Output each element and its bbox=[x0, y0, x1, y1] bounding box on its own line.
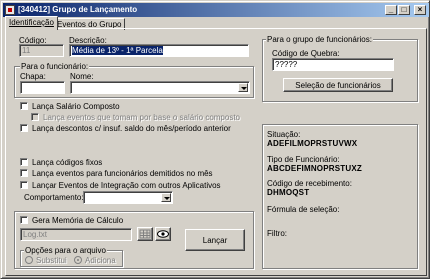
descricao-value: Média de 13º - 1ª Parcela bbox=[72, 46, 163, 55]
comportamento-label: Comportamento: bbox=[24, 193, 84, 202]
filtro-label: Filtro: bbox=[267, 229, 287, 238]
demitidos-label: Lança eventos para funcionários demitido… bbox=[32, 169, 213, 178]
codigo-recebimento-value: DHMOQST bbox=[267, 188, 310, 197]
log-file-field[interactable]: Log.txt bbox=[20, 228, 132, 241]
codigo-field[interactable]: 11 bbox=[19, 44, 64, 57]
window-title: [340412] Grupo de Lançamento bbox=[18, 5, 138, 14]
comportamento-dropdown-button[interactable] bbox=[161, 193, 171, 202]
nome-dropdown-button[interactable] bbox=[238, 83, 248, 92]
funcionario-group-title: Para o funcionário: bbox=[20, 62, 90, 71]
codigo-quebra-label: Código de Quebra: bbox=[272, 49, 340, 58]
tab-page-identificacao: Código: 11 Descrição: Média de 13º - 1ª … bbox=[5, 28, 427, 276]
salario-composto-label: Lança Salário Composto bbox=[32, 102, 120, 111]
codigos-fixos-label: Lança códigos fixos bbox=[32, 158, 103, 167]
salario-composto-checkbox[interactable] bbox=[20, 102, 28, 110]
chapa-field[interactable] bbox=[20, 81, 65, 94]
maximize-button[interactable]: □ bbox=[398, 5, 410, 15]
situacao-value: ADEFILMOPRSTUVWX bbox=[267, 139, 358, 148]
adiciona-radio[interactable] bbox=[74, 256, 82, 264]
minimize-button[interactable]: _ bbox=[385, 5, 397, 15]
grupo-funcionarios-title: Para o grupo de funcionários: bbox=[266, 35, 373, 44]
main-window: [340412] Grupo de Lançamento _ □ × Ident… bbox=[0, 0, 430, 279]
eventos-base-checkbox[interactable] bbox=[31, 113, 39, 121]
descontos-checkbox[interactable] bbox=[20, 124, 28, 132]
folder-grid-icon bbox=[139, 229, 151, 239]
nome-label: Nome: bbox=[70, 72, 94, 81]
formula-selecao-label: Fórmula de seleção: bbox=[267, 205, 340, 214]
view-file-button[interactable] bbox=[155, 227, 171, 241]
codigo-recebimento-label: Código de recebimento: bbox=[267, 179, 352, 188]
grupo-funcionarios-group: Para o grupo de funcionários: Código de … bbox=[262, 35, 418, 102]
browse-file-button[interactable] bbox=[137, 227, 153, 241]
gera-memoria-checkbox[interactable] bbox=[20, 216, 28, 224]
adiciona-label: Adiciona bbox=[85, 256, 116, 265]
eye-icon bbox=[157, 230, 169, 238]
integracao-label: Lançar Eventos de Integração com outros … bbox=[32, 181, 221, 190]
demitidos-checkbox[interactable] bbox=[20, 169, 28, 177]
opcoes-arquivo-title: Opções para o arquivo bbox=[24, 246, 107, 255]
substitui-label: Substitui bbox=[36, 256, 67, 265]
chapa-label: Chapa: bbox=[20, 72, 46, 81]
info-panel: Situação: ADEFILMOPRSTUVWX Tipo de Funci… bbox=[262, 124, 418, 269]
memoria-group: Gera Memória de Cálculo Log.txt Lançar O… bbox=[14, 211, 254, 269]
situacao-label: Situação: bbox=[267, 130, 301, 139]
descontos-label: Lança descontos c/ insuf. saldo do mês/p… bbox=[32, 124, 231, 133]
opcoes-arquivo-group: Opções para o arquivo Substitui Adiciona bbox=[20, 246, 123, 267]
close-button[interactable]: × bbox=[414, 5, 426, 15]
nome-combobox[interactable] bbox=[70, 81, 250, 94]
codigos-fixos-checkbox[interactable] bbox=[20, 158, 28, 166]
app-icon[interactable] bbox=[5, 5, 15, 15]
descricao-field[interactable]: Média de 13º - 1ª Parcela bbox=[69, 44, 249, 57]
tab-identificacao[interactable]: Identificação bbox=[5, 16, 58, 30]
comportamento-combobox[interactable] bbox=[83, 191, 173, 204]
tipo-funcionario-label: Tipo de Funcionário: bbox=[267, 155, 340, 164]
integracao-checkbox[interactable] bbox=[20, 181, 28, 189]
lancar-button[interactable]: Lançar bbox=[185, 229, 245, 251]
gera-memoria-label: Gera Memória de Cálculo bbox=[32, 216, 124, 225]
substitui-radio[interactable] bbox=[25, 256, 33, 264]
eventos-base-label: Lança eventos que tomam por base o salár… bbox=[43, 113, 241, 122]
funcionario-group: Para o funcionário: Chapa: Nome: bbox=[14, 62, 254, 98]
tipo-funcionario-value: ABCDEFIMNOPRSTUXZ bbox=[267, 164, 362, 173]
codigo-quebra-field[interactable]: ????? bbox=[272, 58, 394, 71]
title-bar[interactable]: [340412] Grupo de Lançamento _ □ × bbox=[3, 3, 429, 17]
selecao-funcionarios-button[interactable]: Seleção de funcionários bbox=[283, 78, 393, 92]
